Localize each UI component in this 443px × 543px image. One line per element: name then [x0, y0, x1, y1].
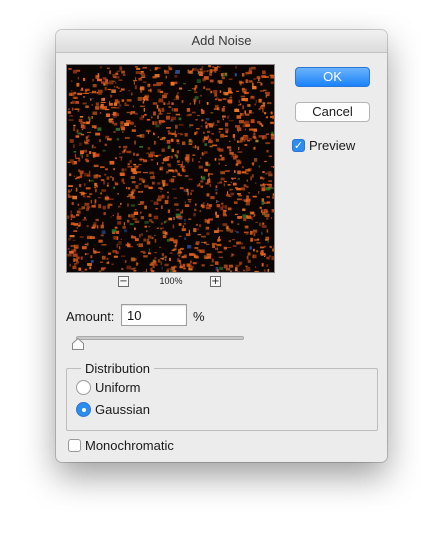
noise-preview[interactable]	[66, 64, 275, 273]
amount-slider-thumb[interactable]	[72, 338, 84, 350]
dialog-title: Add Noise	[56, 30, 387, 53]
distribution-group	[66, 368, 378, 431]
gaussian-label: Gaussian	[95, 402, 150, 417]
amount-slider-track[interactable]	[76, 336, 244, 340]
noise-preview-canvas	[67, 65, 274, 272]
monochromatic-label: Monochromatic	[85, 438, 174, 453]
zoom-controls: − 100% +	[66, 275, 273, 291]
zoom-level: 100%	[159, 276, 183, 286]
cancel-button[interactable]: Cancel	[295, 102, 370, 122]
zoom-in-icon[interactable]: +	[210, 276, 221, 287]
uniform-label: Uniform	[95, 380, 141, 395]
checkbox-icon[interactable]	[68, 439, 81, 452]
radio-button-selected-icon[interactable]	[76, 402, 91, 417]
zoom-out-icon[interactable]: −	[118, 276, 129, 287]
distribution-title: Distribution	[81, 361, 155, 376]
radio-button-icon[interactable]	[76, 380, 91, 395]
preview-label: Preview	[309, 138, 356, 153]
ok-button[interactable]: OK	[295, 67, 370, 87]
percent-unit: %	[193, 309, 205, 324]
amount-label: Amount:	[66, 309, 115, 324]
add-noise-dialog: Add Noise − 100% + OK Cancel ✓ Preview A…	[56, 30, 387, 462]
checkmark-icon[interactable]: ✓	[292, 139, 305, 152]
amount-input[interactable]	[121, 304, 187, 326]
